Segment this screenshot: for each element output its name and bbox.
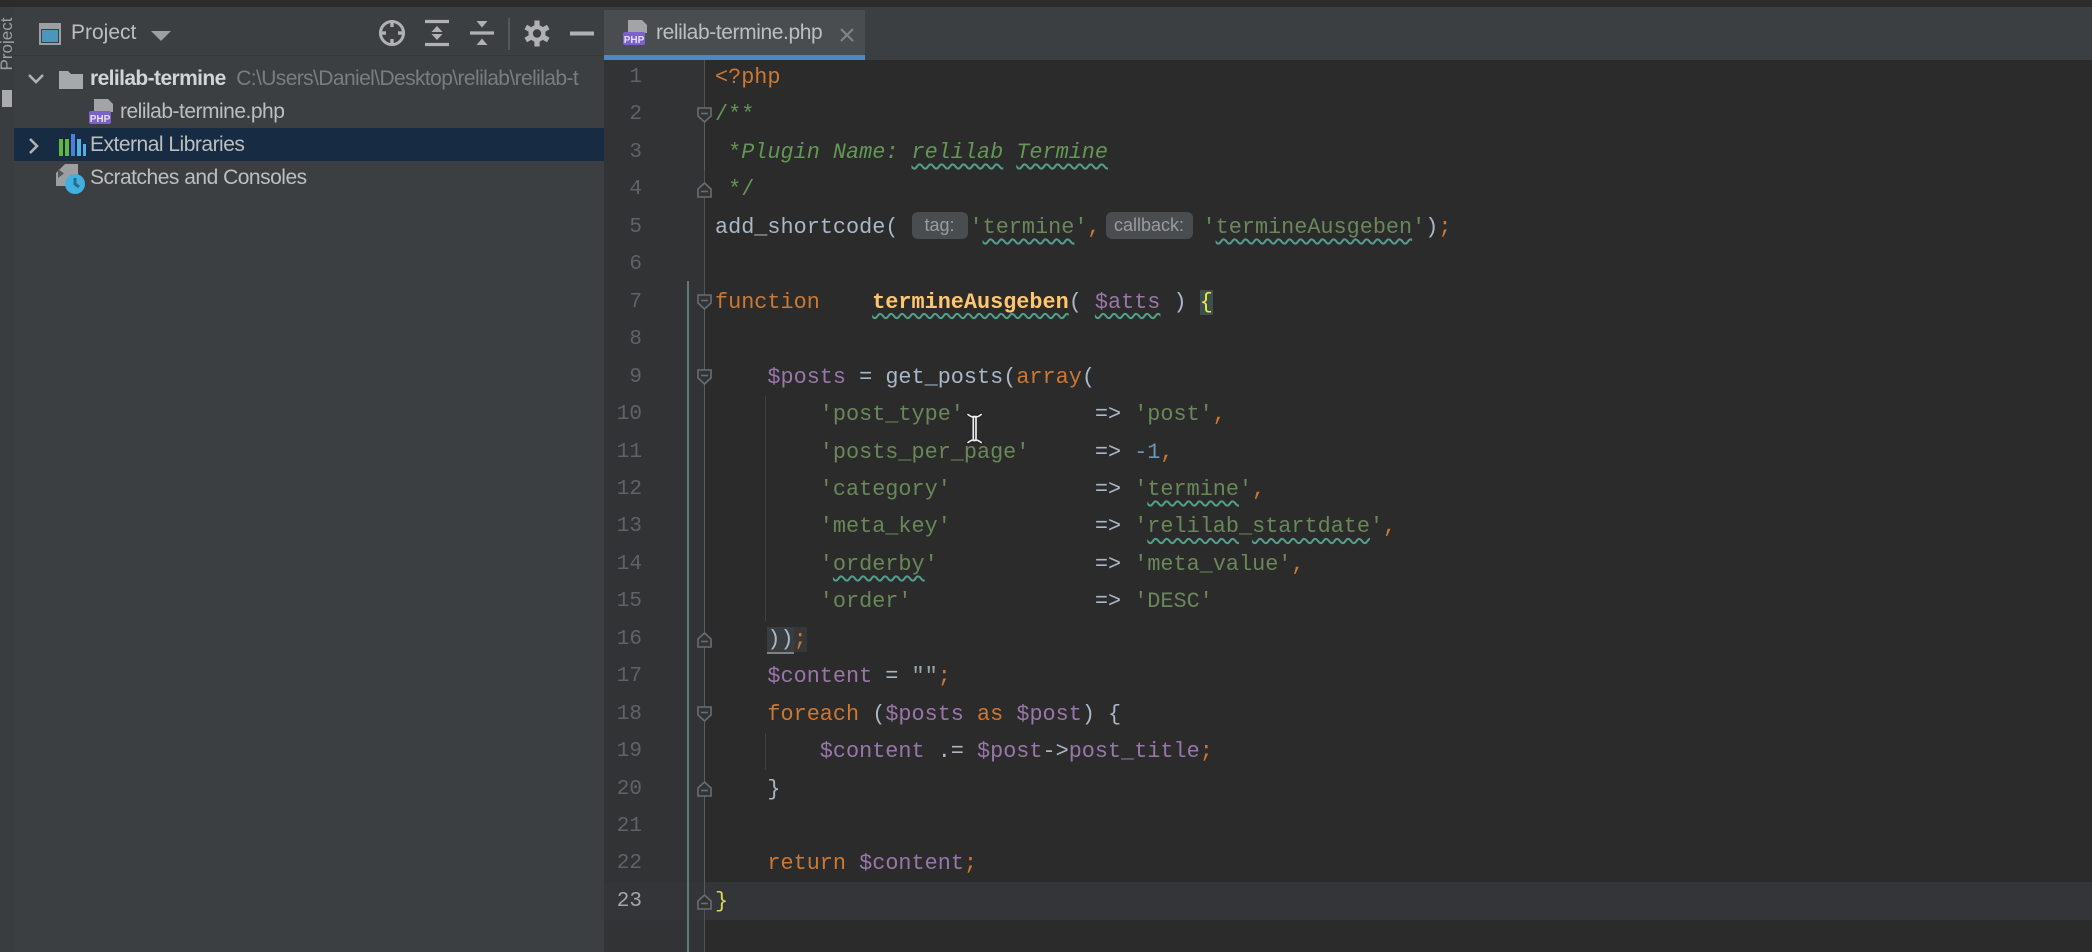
svg-text:PHP: PHP	[624, 35, 645, 46]
svg-text:PHP: PHP	[90, 114, 111, 125]
